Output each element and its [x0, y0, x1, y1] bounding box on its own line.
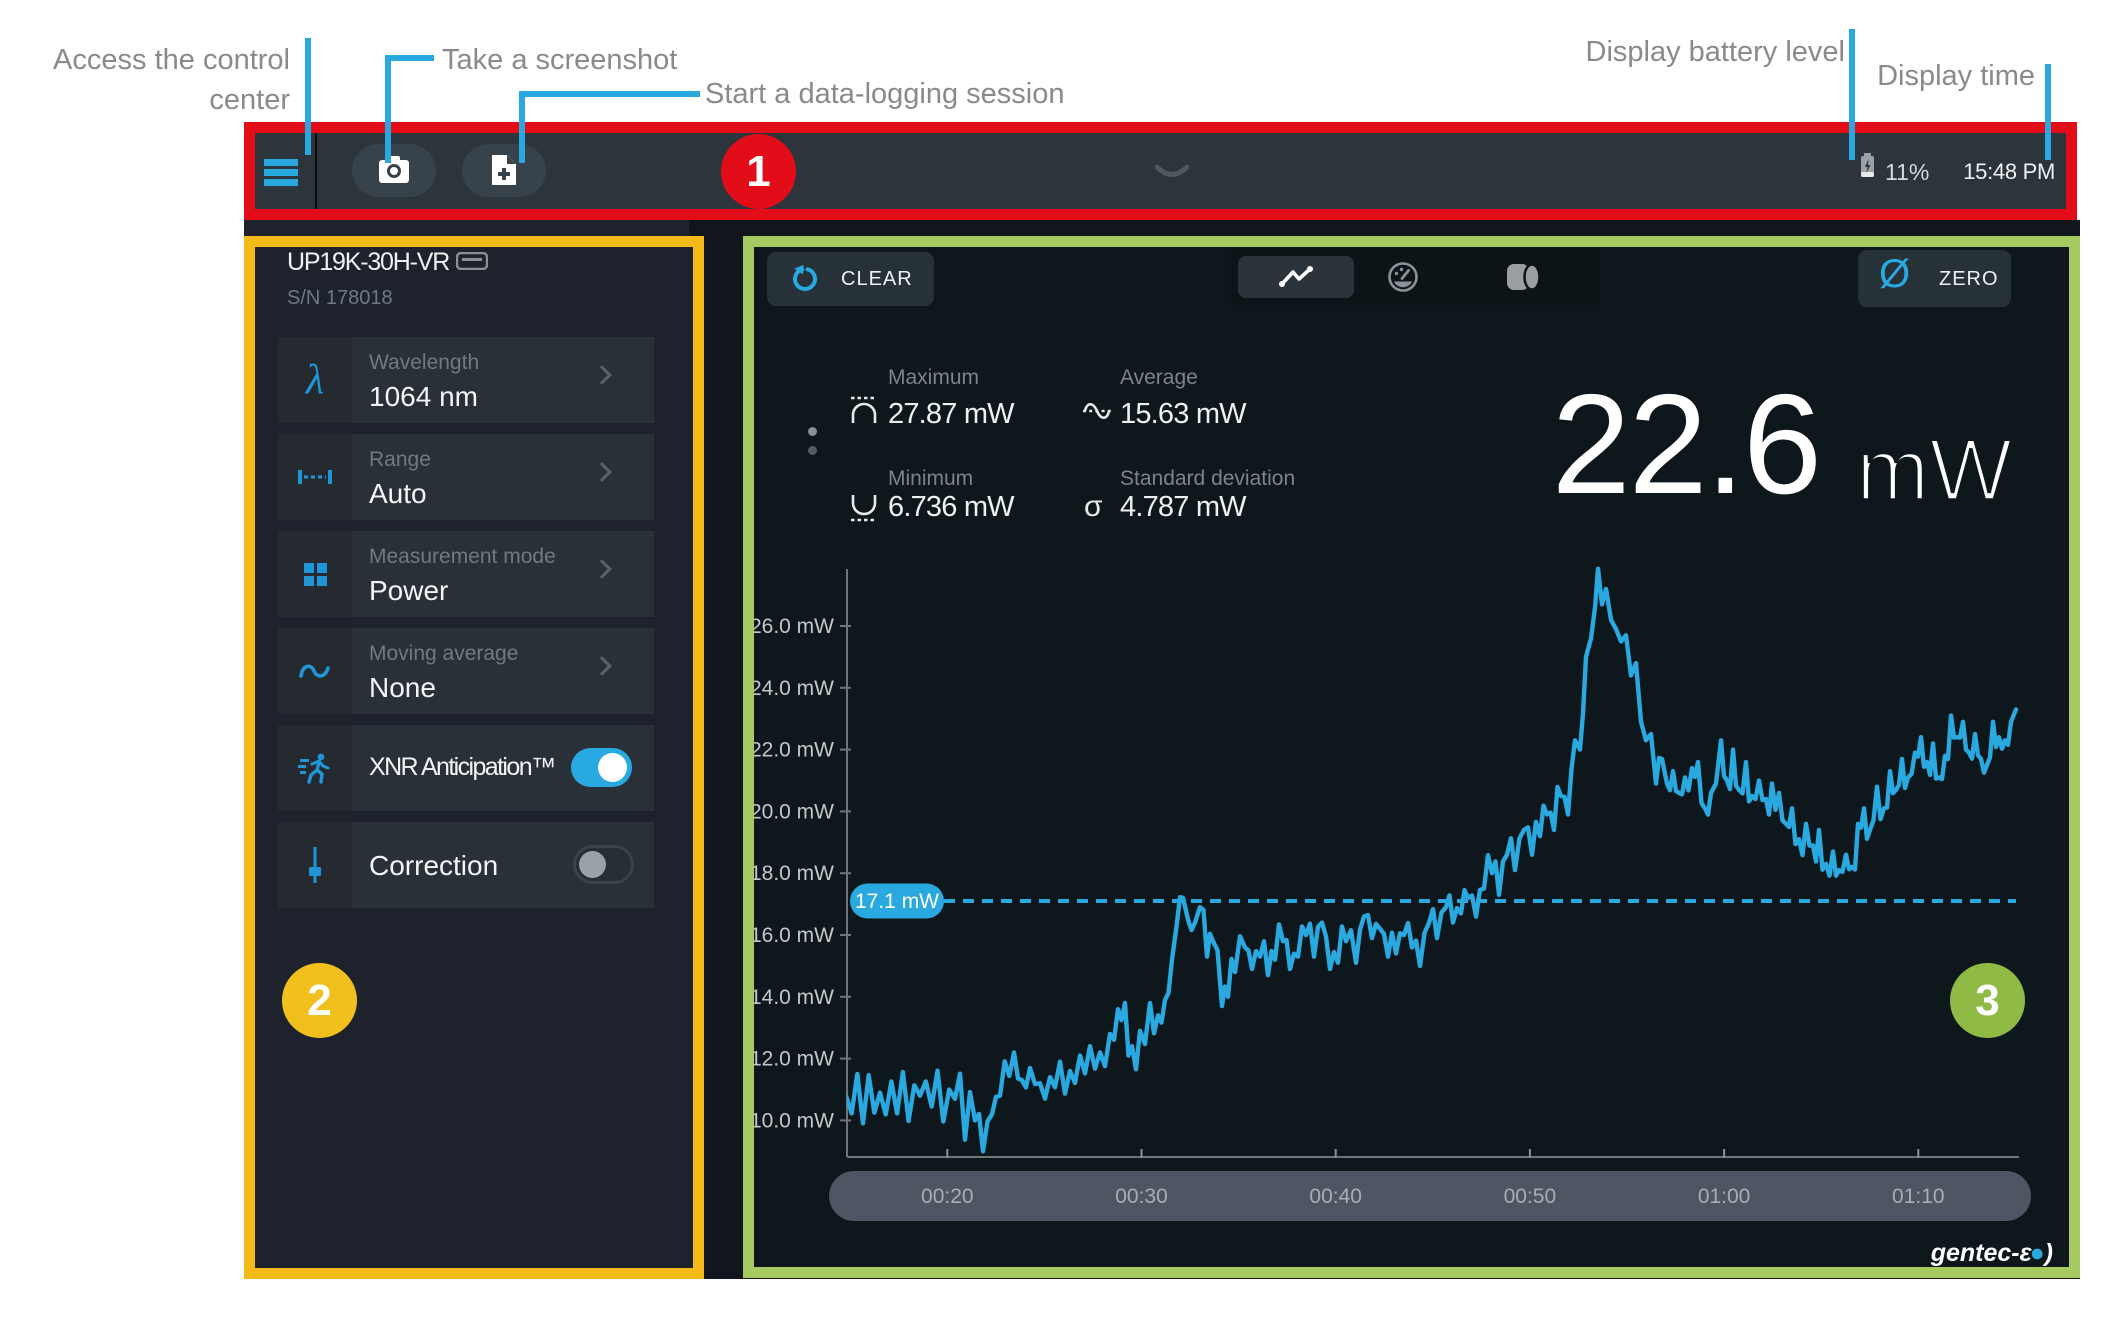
svg-text:10.0 mW: 10.0 mW — [754, 1109, 834, 1132]
svg-text:26.0 mW: 26.0 mW — [754, 615, 834, 638]
svg-text:01:00: 01:00 — [1698, 1185, 1751, 1208]
svg-text:16.0 mW: 16.0 mW — [754, 924, 834, 947]
svg-text:00:50: 00:50 — [1504, 1185, 1557, 1208]
svg-text:00:40: 00:40 — [1309, 1185, 1362, 1208]
svg-text:20.0 mW: 20.0 mW — [754, 800, 834, 823]
svg-text:17.1 mW: 17.1 mW — [855, 890, 939, 913]
svg-text:14.0 mW: 14.0 mW — [754, 986, 834, 1009]
svg-text:00:30: 00:30 — [1115, 1185, 1168, 1208]
svg-text:24.0 mW: 24.0 mW — [754, 677, 834, 700]
svg-text:18.0 mW: 18.0 mW — [754, 862, 834, 885]
svg-text:12.0 mW: 12.0 mW — [754, 1048, 834, 1071]
svg-text:01:10: 01:10 — [1892, 1185, 1945, 1208]
svg-text:22.0 mW: 22.0 mW — [754, 739, 834, 762]
svg-text:00:20: 00:20 — [921, 1185, 974, 1208]
